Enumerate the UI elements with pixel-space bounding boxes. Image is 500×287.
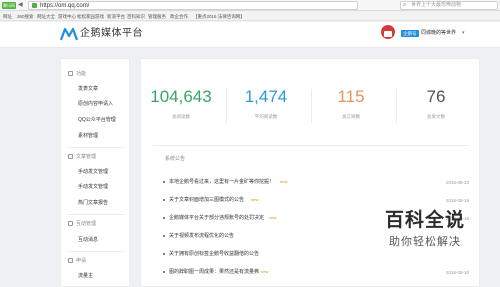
account-badge: 企鹅号 <box>401 30 419 37</box>
notice-item[interactable]: 本地企鹅号看过来，这里有一片金矿等你挖掘！ new 2016-08-23 <box>163 178 469 187</box>
bookmark-item[interactable]: 360搜索 <box>17 13 34 20</box>
apply-icon <box>68 258 73 263</box>
bookmark-item[interactable]: 百科知识 <box>127 13 145 20</box>
chat-icon <box>68 221 73 226</box>
bookmark-item[interactable]: 网址 <box>3 13 12 20</box>
watermark-title: 百科全说 <box>384 210 465 231</box>
stat-total-reads: 104,643 总阅读数 <box>141 87 221 120</box>
stat-label: 总发文数 <box>427 114 445 119</box>
bullet-icon <box>163 253 165 255</box>
sidebar-divider <box>67 147 125 148</box>
notice-title[interactable]: 图的辞职图一周成果：果然还是有流量弗 <box>169 269 259 276</box>
browser-toolbar: 腾讯网 ◀ https://om.qq.com/ ⌕ 世界上十大最恐怖动物 <box>0 0 500 11</box>
stat-value: 115 <box>337 87 365 106</box>
notice-title[interactable]: 企鹅媒体平台关于部分违规账号的处罚决定 <box>169 215 264 222</box>
stat-average-reads: 1,474 平均阅读数 <box>226 87 306 120</box>
article-icon <box>68 154 73 159</box>
bullet-icon <box>163 235 165 237</box>
sidebar-group-label: 互动管理 <box>76 221 97 227</box>
sidebar-group-label: 文章管理 <box>76 154 97 160</box>
browser-tab[interactable]: 腾讯网 <box>2 2 16 9</box>
site-logo-text[interactable]: 企鹅媒体平台 <box>80 28 143 40</box>
stat-articles: 76 总发文数 <box>396 87 476 120</box>
bookmark-item[interactable]: 管理服务 <box>148 13 166 20</box>
notice-item[interactable]: 关于文章封面增加三图模式的公告 new 2016-08-19 <box>163 196 469 205</box>
chevron-down-icon[interactable]: ▾ <box>462 30 465 37</box>
bookmark-item[interactable]: 新浪平台 <box>107 13 125 20</box>
bullet-icon <box>163 271 165 273</box>
browser-search-input[interactable]: ⌕ 世界上十大最恐怖动物 <box>400 1 498 10</box>
sidebar-item-qq-public[interactable]: QQ公众平台管理 <box>78 117 116 124</box>
account-name[interactable]: 同城晚的等世界 <box>421 30 456 37</box>
watermark-subtitle: 助你轻松解决 <box>389 236 461 248</box>
stat-label: 总阅读数 <box>172 114 190 119</box>
sidebar-group-articles: 文章管理 <box>68 154 96 161</box>
notice-title[interactable]: 本地企鹅号看过来，这里有一片金矿等你挖掘！ <box>169 179 274 186</box>
notice-date: 2016-08-10 <box>445 270 469 275</box>
stat-value: 104,643 <box>150 87 212 106</box>
notices-title: 系统公告 <box>165 156 186 162</box>
new-badge: new <box>251 197 259 202</box>
back-icon[interactable]: ◀ <box>18 2 23 9</box>
notice-title[interactable]: 关于视频发布流程优化的公告 <box>169 233 234 240</box>
stat-label: 平均阅读数 <box>254 114 278 119</box>
bullet-icon <box>163 199 165 201</box>
search-icon: ⌕ <box>403 2 407 8</box>
new-badge: new <box>280 179 288 184</box>
bookmark-item[interactable]: 网址大全 <box>37 13 55 20</box>
bookmark-item[interactable]: 松松家园游戏 <box>77 13 104 20</box>
section-divider <box>153 145 469 146</box>
sidebar-group-label: 功能 <box>76 71 87 77</box>
lock-icon <box>32 3 37 8</box>
penguin-logo-icon[interactable] <box>60 27 78 41</box>
sidebar-divider <box>67 251 125 252</box>
sidebar-group-interaction: 互动管理 <box>68 221 96 228</box>
notice-date: 2016-08-23 <box>445 180 469 185</box>
sidebar-item-original-apply[interactable]: 原创内容申请入 <box>78 101 113 108</box>
sidebar-group-function: 功能 <box>68 71 86 78</box>
address-bar[interactable]: https://om.qq.com/ <box>28 1 358 10</box>
sidebar-group-label: 申请 <box>76 258 87 264</box>
sidebar-item-materials[interactable]: 素材管理 <box>78 133 98 140</box>
notice-title[interactable]: 关于拥有原创标签企鹅号收益翻倍的公告 <box>169 251 259 258</box>
sidebar-divider <box>67 214 125 215</box>
sidebar-item-traffic[interactable]: 流量主 <box>78 273 93 280</box>
stat-label: 总订阅数 <box>342 114 360 119</box>
notice-title[interactable]: 关于文章封面增加三图模式的公告 <box>169 197 244 204</box>
site-header: 企鹅媒体平台 企鹅号 同城晚的等世界 ▾ <box>0 22 500 48</box>
sidebar-item-publish[interactable]: 发表文章 <box>78 86 98 93</box>
search-placeholder: 世界上十大最恐怖动物 <box>411 2 462 8</box>
new-badge: new <box>269 215 277 220</box>
bookmark-item[interactable]: 【重点2016 法律咨询网】 <box>193 13 245 20</box>
bookmarks-bar: 网址 360搜索 网址大全 游戏中心 松松家园游戏 新浪平台 百科知识 管理服务… <box>0 12 500 21</box>
new-badge: new <box>261 269 269 274</box>
bullet-icon <box>163 217 165 219</box>
stat-subscribers: 115 总订阅数 <box>311 87 391 120</box>
bookmark-item[interactable]: 政企合作 <box>170 13 188 20</box>
notice-date: 2016-08-19 <box>445 198 469 203</box>
bullet-icon <box>163 181 165 183</box>
sidebar: 功能 发表文章 原创内容申请入 QQ公众平台管理 素材管理 文章管理 手动发文管… <box>60 58 130 287</box>
avatar[interactable] <box>381 25 395 39</box>
stat-value: 1,474 <box>244 87 288 106</box>
sidebar-item-manual-articles[interactable]: 手动发文管理 <box>78 169 108 176</box>
sidebar-item-hot-report[interactable]: 热门文章报告 <box>78 200 108 207</box>
sidebar-item-messages[interactable]: 互动消息 <box>78 237 98 244</box>
url-text: https://om.qq.com/ <box>40 3 90 9</box>
function-icon <box>68 71 73 76</box>
stat-value: 76 <box>426 87 446 106</box>
watermark: 百科全说 助你轻松解决 <box>360 210 490 270</box>
bookmark-item[interactable]: 游戏中心 <box>58 13 76 20</box>
sidebar-item-manual-articles-2[interactable]: 手动发文管理 <box>78 184 108 191</box>
sidebar-group-apply: 申请 <box>68 258 86 265</box>
